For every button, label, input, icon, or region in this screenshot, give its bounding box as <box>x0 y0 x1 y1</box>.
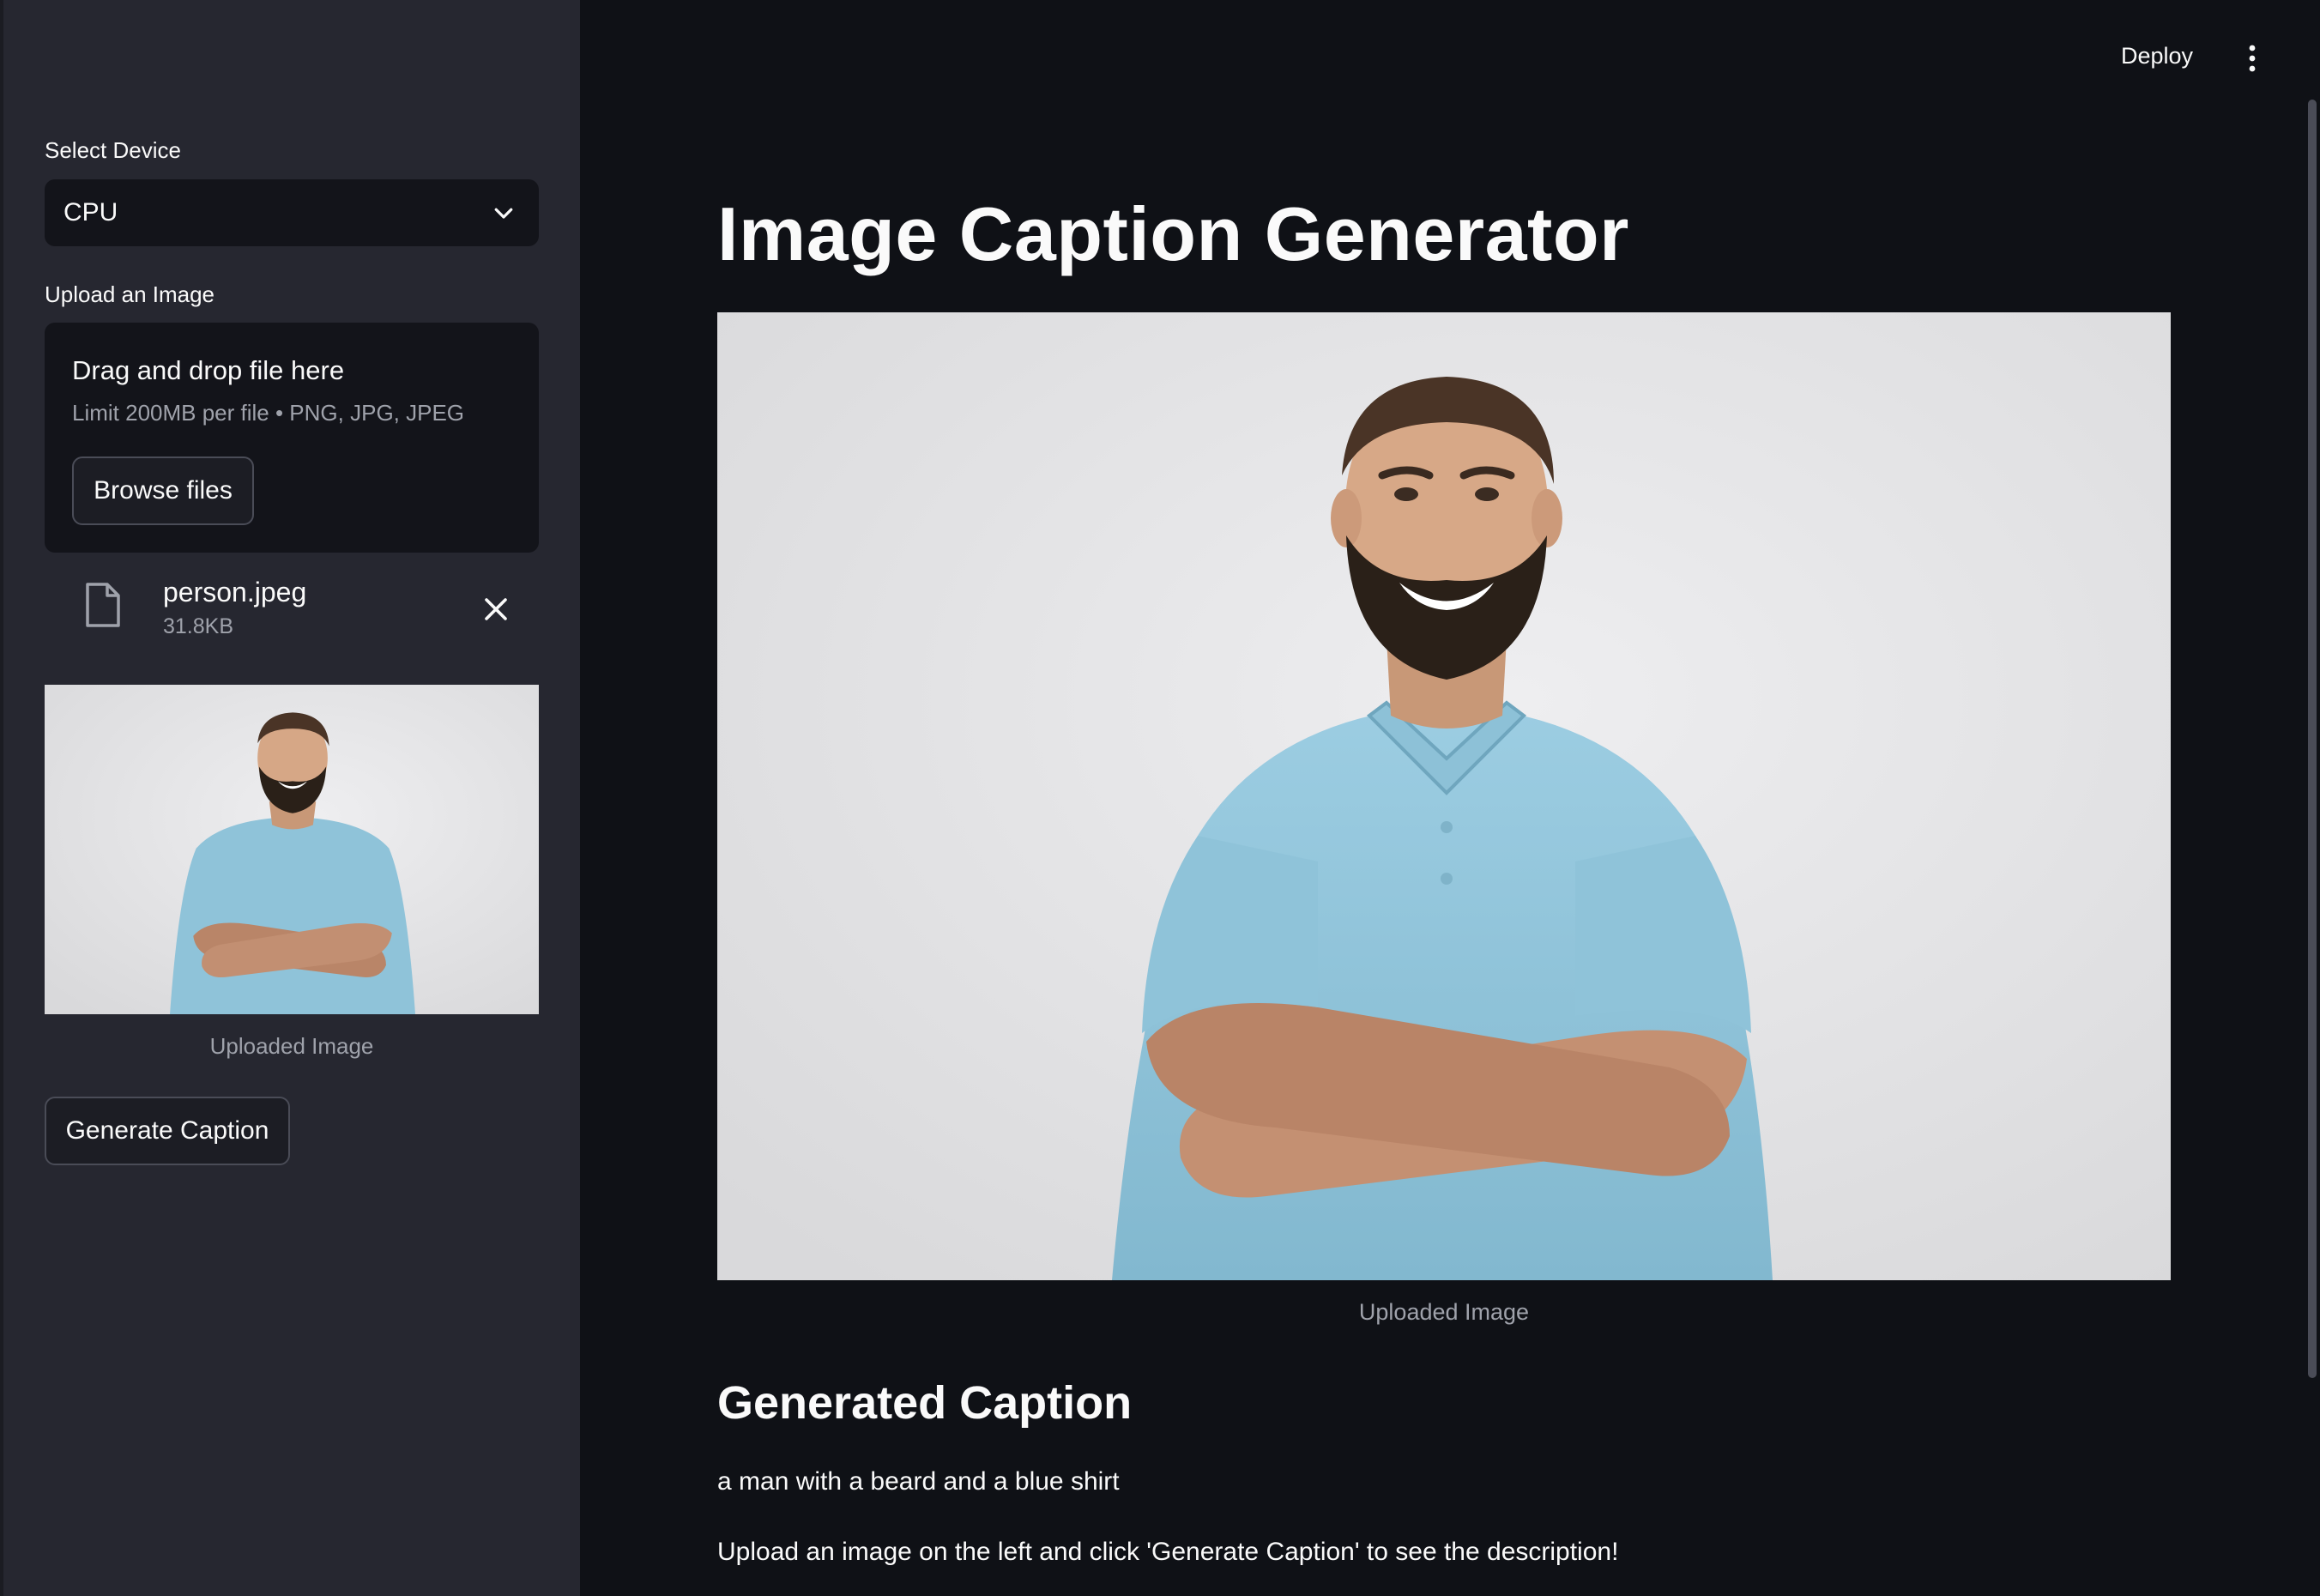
uploaded-file-item: person.jpeg 31.8KB <box>45 566 539 652</box>
app-root: Select Device CPU Upload an Image Drag a… <box>0 0 2320 1596</box>
thumbnail-caption: Uploaded Image <box>209 1033 374 1059</box>
instruction-text: Upload an image on the left and click 'G… <box>717 1538 1619 1566</box>
dropzone-title: Drag and drop file here <box>72 355 345 385</box>
generate-caption-button[interactable]: Generate Caption <box>45 1097 290 1165</box>
file-icon <box>86 583 120 627</box>
chevron-down-icon <box>494 208 513 219</box>
more-options-icon[interactable] <box>2239 43 2265 74</box>
generated-caption-heading: Generated Caption <box>717 1377 1133 1429</box>
uploaded-image <box>717 312 2171 1280</box>
generated-caption-text: a man with a beard and a blue shirt <box>717 1467 1120 1496</box>
page-title: Image Caption Generator <box>717 191 1629 276</box>
sidebar: Select Device CPU Upload an Image Drag a… <box>0 0 580 1596</box>
sidebar-edge <box>0 0 3 1596</box>
device-select[interactable]: CPU <box>45 179 539 246</box>
thumbnail-image <box>45 685 539 1014</box>
file-dropzone[interactable]: Drag and drop file here Limit 200MB per … <box>45 323 539 553</box>
upload-label: Upload an Image <box>45 281 215 307</box>
file-size: 31.8KB <box>163 614 234 638</box>
main-scrollbar[interactable] <box>2308 100 2317 1378</box>
close-icon[interactable] <box>479 592 513 626</box>
deploy-button[interactable]: Deploy <box>2121 43 2193 70</box>
uploaded-image-caption: Uploaded Image <box>1358 1299 1530 1325</box>
device-select-label: Select Device <box>45 137 181 163</box>
dropzone-limits: Limit 200MB per file • PNG, JPG, JPEG <box>72 400 465 426</box>
device-select-value: CPU <box>63 198 118 227</box>
browse-files-button[interactable]: Browse files <box>72 456 254 525</box>
file-name: person.jpeg <box>163 577 307 608</box>
